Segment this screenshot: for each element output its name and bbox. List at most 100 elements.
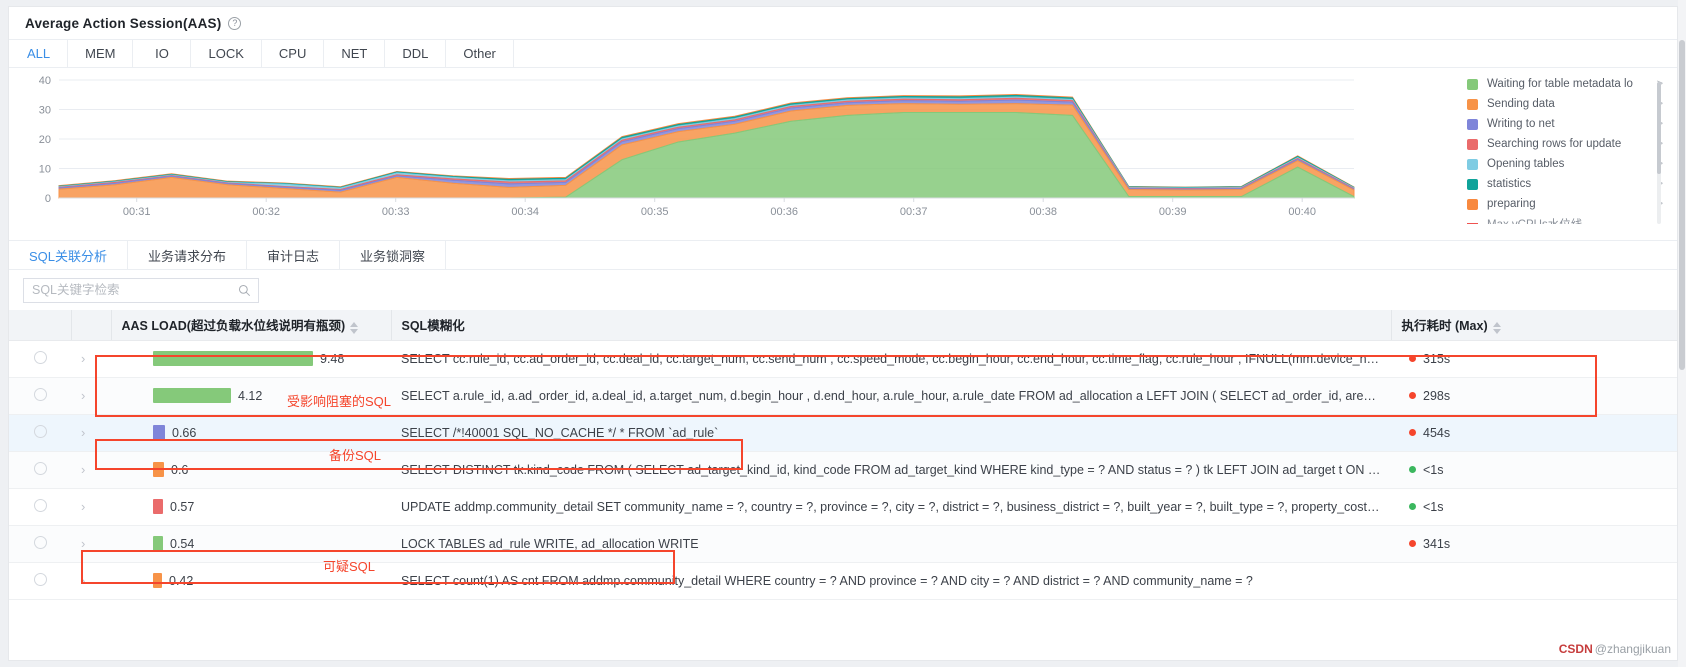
legend-item-threshold[interactable]: Max vCPUs水位线 <box>1467 214 1663 224</box>
chevron-right-icon[interactable]: › <box>81 536 85 551</box>
tab-mem[interactable]: MEM <box>68 40 134 67</box>
row-expand-cell[interactable]: › <box>71 377 111 415</box>
row-radio[interactable] <box>33 461 47 475</box>
row-radio[interactable] <box>33 424 47 438</box>
duration-cell: <1s <box>1391 451 1677 489</box>
row-expand-cell[interactable]: › <box>71 340 111 378</box>
sql-text-cell[interactable]: SELECT a.rule_id, a.ad_order_id, a.deal_… <box>391 377 1391 415</box>
row-radio[interactable] <box>33 498 47 512</box>
table-row[interactable]: › 4.12 SELECT a.rule_id, a.ad_order_id, a.… <box>9 377 1677 415</box>
table-row[interactable]: › 9.48 SELECT cc.rule_id, cc.ad_order_id, … <box>9 340 1677 378</box>
sql-text-cell[interactable]: LOCK TABLES ad_rule WRITE, ad_allocation… <box>391 525 1391 563</box>
legend-item[interactable]: preparing > <box>1467 194 1663 214</box>
row-radio-cell[interactable] <box>9 340 71 378</box>
question-circle-icon[interactable]: ? <box>228 16 242 30</box>
table-row[interactable]: › 0.66 SELECT /*!40001 SQL_NO_CACHE */ * F… <box>9 414 1677 452</box>
table-row[interactable]: › 0.57 UPDATE addmp.community_detail SET c… <box>9 488 1677 526</box>
duration-cell: 341s <box>1391 525 1677 563</box>
sql-text-cell[interactable]: UPDATE addmp.community_detail SET commun… <box>391 488 1391 526</box>
watermark-text: @zhangjikuan <box>1594 642 1671 656</box>
row-expand-cell[interactable]: › <box>71 488 111 526</box>
legend-item[interactable]: statistics > <box>1467 174 1663 194</box>
chevron-right-icon[interactable]: › <box>81 499 85 514</box>
row-expand-cell[interactable]: › <box>71 562 111 600</box>
svg-text:00:40: 00:40 <box>1288 206 1316 218</box>
row-expand-cell[interactable]: › <box>71 414 111 452</box>
tab-sql-correlation[interactable]: SQL关联分析 <box>9 241 129 269</box>
chevron-right-icon[interactable]: › <box>81 462 85 477</box>
th-select <box>9 310 72 341</box>
chevron-right-icon[interactable]: › <box>81 573 85 588</box>
row-expand-cell[interactable]: › <box>71 525 111 563</box>
sql-text-cell[interactable]: SELECT count(1) AS cnt FROM addmp.commun… <box>391 562 1391 600</box>
legend-swatch <box>1467 118 1478 130</box>
row-radio-cell[interactable] <box>9 414 71 452</box>
search-icon[interactable] <box>238 284 251 297</box>
legend-item[interactable]: Waiting for table metadata lo > <box>1467 74 1663 94</box>
legend-swatch <box>1467 198 1478 210</box>
row-radio-cell[interactable] <box>9 451 71 489</box>
page-root: Average Action Session(AAS) ? ALL MEM IO… <box>0 0 1686 667</box>
aas-value: 0.6 <box>171 462 189 477</box>
chevron-right-icon[interactable]: › <box>81 425 85 440</box>
table-row[interactable]: › 0.6 SELECT DISTINCT tk.kind_code FROM ( … <box>9 451 1677 489</box>
table-row[interactable]: › 0.42 SELECT count(1) AS cnt FROM addmp.c… <box>9 562 1677 600</box>
tab-lock[interactable]: LOCK <box>191 40 262 67</box>
legend-item[interactable]: Searching rows for update > <box>1467 134 1663 154</box>
aas-area-chart[interactable]: 0 10 20 30 40 00:31 00:32 00:33 00:34 00:35 00:36 0… <box>9 70 1389 235</box>
row-radio[interactable] <box>33 387 47 401</box>
aas-chart: 0 10 20 30 40 00:31 00:32 00:33 00:34 00:35 00:36 0… <box>9 68 1677 240</box>
tab-audit-log[interactable]: 审计日志 <box>247 241 341 269</box>
aas-value: 9.48 <box>320 351 345 366</box>
sql-text-cell[interactable]: SELECT /*!40001 SQL_NO_CACHE */ * FROM `… <box>391 414 1391 452</box>
tab-other[interactable]: Other <box>446 40 514 67</box>
sql-text-cell[interactable]: SELECT cc.rule_id, cc.ad_order_id, cc.de… <box>391 340 1391 378</box>
row-radio-cell[interactable] <box>9 525 71 563</box>
aas-bar <box>153 425 165 440</box>
aas-card: Average Action Session(AAS) ? ALL MEM IO… <box>8 6 1678 661</box>
aas-value: 0.57 <box>170 499 195 514</box>
chevron-right-icon[interactable]: › <box>81 388 85 403</box>
sort-icon[interactable] <box>1492 321 1501 334</box>
row-expand-cell[interactable]: › <box>71 451 111 489</box>
page-scrollbar[interactable] <box>1678 0 1686 667</box>
watermark-logo: CSDN <box>1558 642 1593 656</box>
tab-request-distribution[interactable]: 业务请求分布 <box>128 241 248 269</box>
sql-text-cell[interactable]: SELECT DISTINCT tk.kind_code FROM ( SELE… <box>391 451 1391 489</box>
legend-label: statistics <box>1487 178 1532 190</box>
th-aas-load[interactable]: AAS LOAD(超过负载水位线说明有瓶颈) <box>111 310 392 341</box>
tab-io[interactable]: IO <box>133 40 192 67</box>
legend-item[interactable]: Sending data > <box>1467 94 1663 114</box>
row-radio-cell[interactable] <box>9 562 71 600</box>
tab-all[interactable]: ALL <box>9 40 69 67</box>
duration-value: 315s <box>1423 351 1451 366</box>
legend-item[interactable]: Opening tables > <box>1467 154 1663 174</box>
tab-lock-insight[interactable]: 业务锁洞察 <box>340 241 447 269</box>
th-duration[interactable]: 执行耗时 (Max) <box>1391 310 1677 341</box>
search-input[interactable] <box>24 278 258 302</box>
aas-bar <box>153 388 231 403</box>
metric-tab-bar: ALL MEM IO LOCK CPU NET DDL Other <box>9 39 1677 68</box>
row-radio[interactable] <box>33 572 47 586</box>
legend-scrollbar-thumb[interactable] <box>1657 82 1661 174</box>
tab-cpu[interactable]: CPU <box>261 40 325 67</box>
table-row[interactable]: › 0.54 LOCK TABLES ad_rule WRITE, ad_alloc… <box>9 525 1677 563</box>
page-scrollbar-thumb[interactable] <box>1679 40 1685 370</box>
sort-icon[interactable] <box>350 321 359 334</box>
tab-net[interactable]: NET <box>324 40 386 67</box>
legend-scrollbar[interactable] <box>1657 82 1661 224</box>
duration-cell: 315s <box>1391 340 1677 378</box>
aas-bar <box>153 351 313 366</box>
tab-ddl[interactable]: DDL <box>385 40 447 67</box>
row-radio-cell[interactable] <box>9 488 71 526</box>
search-box[interactable] <box>23 277 259 303</box>
aas-bar <box>153 462 164 477</box>
legend-label: Max vCPUs水位线 <box>1487 216 1663 224</box>
svg-text:30: 30 <box>39 105 51 117</box>
row-radio[interactable] <box>33 350 47 364</box>
row-radio-cell[interactable] <box>9 377 71 415</box>
legend-item[interactable]: Writing to net > <box>1467 114 1663 134</box>
chevron-right-icon[interactable]: › <box>81 351 85 366</box>
watermark: CSDN @zhangjikuan <box>1559 642 1671 656</box>
row-radio[interactable] <box>33 535 47 549</box>
